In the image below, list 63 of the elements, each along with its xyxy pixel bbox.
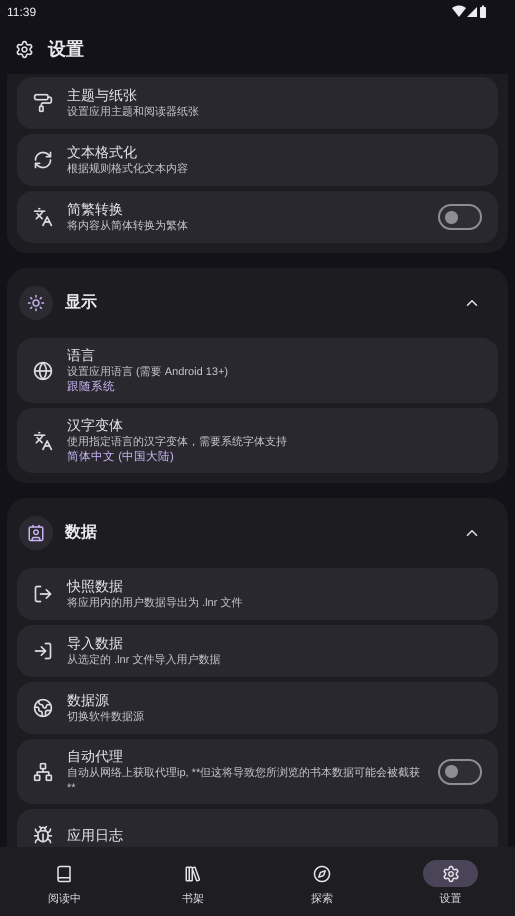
item-title: 应用日志 bbox=[67, 826, 124, 844]
item-description: 将应用内的用户数据导出为 .lnr 文件 bbox=[67, 596, 244, 611]
compass-icon bbox=[312, 864, 331, 882]
settings-icon bbox=[442, 864, 460, 882]
earth-icon bbox=[33, 698, 53, 718]
nav-label: 探索 bbox=[310, 892, 333, 907]
page-title: 设置 bbox=[48, 38, 84, 60]
item-title: 导入数据 bbox=[67, 634, 124, 653]
nav-tab[interactable]: 设置 bbox=[386, 847, 515, 916]
nav-tab[interactable]: 阅读中 bbox=[0, 847, 129, 916]
status-icons bbox=[452, 5, 488, 19]
import-icon bbox=[33, 641, 53, 661]
item-description: 设置应用主题和阅读器纸张 bbox=[67, 105, 200, 120]
item-value: 跟随系统 bbox=[67, 380, 116, 395]
toggle-switch[interactable] bbox=[438, 204, 482, 230]
nav-label: 设置 bbox=[440, 892, 462, 907]
item-title: 自动代理 bbox=[67, 747, 124, 766]
contact-card-icon bbox=[27, 524, 45, 542]
nav-tab[interactable]: 书架 bbox=[128, 847, 258, 916]
book-icon bbox=[55, 864, 74, 882]
item-title: 汉字变体 bbox=[67, 416, 124, 435]
setting-item[interactable]: 简繁转换 将内容从简体转换为繁体 bbox=[17, 191, 498, 243]
item-description: 切换软件数据源 bbox=[67, 710, 145, 725]
setting-item[interactable]: 应用日志 bbox=[17, 809, 498, 847]
item-title: 简繁转换 bbox=[67, 200, 124, 219]
setting-item[interactable]: 语言 设置应用语言 (需要 Android 13+) 跟随系统 bbox=[17, 338, 498, 403]
bug-icon bbox=[33, 825, 53, 845]
setting-item[interactable]: 主题与纸张 设置应用主题和阅读器纸张 bbox=[17, 77, 498, 129]
setting-item[interactable]: 汉字变体 使用指定语言的汉字变体，需要系统字体支持 简体中文 (中国大陆) bbox=[17, 408, 498, 473]
translate-icon bbox=[33, 430, 53, 450]
bookshelf-icon bbox=[184, 864, 202, 882]
setting-item[interactable]: 快照数据 将应用内的用户数据导出为 .lnr 文件 bbox=[17, 568, 498, 620]
paint-roller-icon bbox=[33, 93, 53, 113]
item-title: 数据源 bbox=[67, 691, 110, 710]
item-title: 文本格式化 bbox=[67, 143, 138, 162]
settings-icon bbox=[15, 40, 34, 58]
export-icon bbox=[33, 584, 53, 604]
item-value: 简体中文 (中国大陆) bbox=[67, 450, 175, 465]
setting-item[interactable]: 文本格式化 根据规则格式化文本内容 bbox=[17, 134, 498, 186]
item-description: 根据规则格式化文本内容 bbox=[67, 162, 189, 177]
item-title: 快照数据 bbox=[67, 577, 124, 596]
item-description: 自动从网络上获取代理ip, **但这将导致您所浏览的书本数据可能会被截获** bbox=[67, 766, 422, 796]
item-description: 将内容从简体转换为繁体 bbox=[67, 219, 189, 234]
toggle-switch[interactable] bbox=[438, 758, 482, 784]
nav-tab[interactable]: 探索 bbox=[258, 847, 386, 916]
setting-item[interactable]: 导入数据 从选定的 .lnr 文件导入用户数据 bbox=[17, 625, 498, 677]
nav-label: 阅读中 bbox=[48, 892, 81, 907]
setting-item[interactable]: 数据源 切换软件数据源 bbox=[17, 682, 498, 734]
item-title: 语言 bbox=[67, 346, 96, 365]
nav-label: 书架 bbox=[182, 892, 204, 907]
item-description: 设置应用语言 (需要 Android 13+) bbox=[67, 365, 230, 380]
section-title: 数据 bbox=[65, 522, 98, 543]
item-description: 从选定的 .lnr 文件导入用户数据 bbox=[67, 653, 222, 668]
setting-item[interactable]: 自动代理 自动从网络上获取代理ip, **但这将导致您所浏览的书本数据可能会被截获** bbox=[17, 739, 498, 804]
sun-icon bbox=[27, 294, 45, 312]
item-description: 使用指定语言的汉字变体，需要系统字体支持 bbox=[67, 435, 288, 450]
status-time: 11:39 bbox=[7, 4, 36, 21]
section-title: 显示 bbox=[65, 293, 98, 313]
globe-icon bbox=[33, 360, 53, 380]
network-icon bbox=[33, 762, 53, 782]
translate-icon bbox=[33, 207, 53, 227]
refresh-icon bbox=[33, 150, 53, 170]
item-title: 主题与纸张 bbox=[67, 86, 138, 105]
